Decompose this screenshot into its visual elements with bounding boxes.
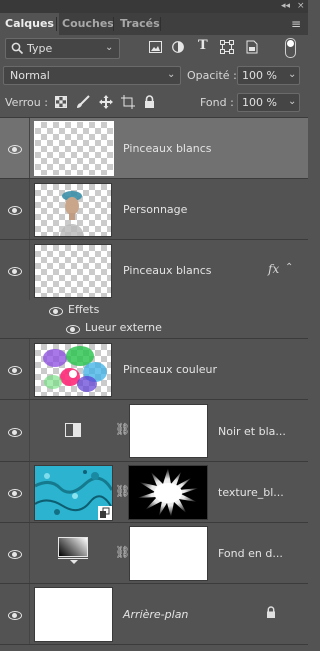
visibility-eye-icon[interactable] [8,489,22,498]
layer-name[interactable]: Arrière-plan [123,608,188,621]
layer-row-pinceaux-blancs[interactable]: Pinceaux blancs [0,118,308,179]
visibility-eye-icon[interactable] [8,267,22,276]
row-divider [29,584,30,644]
collapse-icon[interactable]: ◂◂ [281,0,290,12]
layer-row-personnage[interactable]: Personnage [0,179,308,240]
layer-row-pinceaux-blancs-effects[interactable]: Pinceaux blancs fx ⌃ Effets Lueur extern… [0,240,308,339]
close-icon[interactable]: × [297,0,305,12]
visibility-eye-icon[interactable] [8,206,22,215]
row-divider [29,118,30,178]
layer-name[interactable]: Noir et bla... [218,425,286,438]
chevron-down-icon: ⌄ [105,42,114,53]
toggle-knob [287,40,294,47]
color-brush-blobs-image [43,346,107,392]
link-chain-icon[interactable]: ⛓ [115,422,130,436]
tab-divider [160,17,161,31]
layer-name[interactable]: Pinceaux blancs [123,264,211,277]
chevron-down-icon: ⌄ [167,69,176,80]
panel-menu-icon[interactable]: ≡ [291,17,301,31]
layer-thumbnail [34,465,113,521]
character-portrait-image [60,191,84,236]
effect-visibility-eye-icon[interactable] [66,325,80,334]
fill-label: Fond : [200,96,234,109]
adjustment-filter-icon[interactable] [172,41,184,53]
row-divider [29,179,30,239]
smartobject-filter-icon[interactable] [246,40,258,54]
tab-layers[interactable]: Calques [0,13,59,35]
layer-row-noir-et-blanc[interactable]: ⛓ Noir et bla... [0,400,308,462]
effects-label: Effets [68,303,100,316]
search-icon [11,42,24,55]
layer-row-texture[interactable]: ⛓ texture_bl... [0,462,308,523]
gradient-ramp-line [58,558,88,559]
chevron-down-icon: ⌄ [288,96,297,107]
blend-mode-value: Normal [10,69,50,82]
fx-badge-icon[interactable]: fx [268,262,279,276]
lock-label: Verrou : [5,96,48,109]
tab-divider [113,17,114,31]
lock-position-move-icon[interactable] [99,95,113,109]
tab-channels[interactable]: Couches [57,13,119,35]
lock-transparency-icon[interactable] [55,96,67,108]
layer-thumbnail [34,343,112,397]
lock-artboard-icon[interactable] [121,95,135,109]
layer-lock-padlock-icon[interactable] [266,606,276,619]
filter-toggle-switch[interactable] [285,38,296,58]
opacity-field[interactable]: 100 % ⌄ [237,66,300,85]
panel-top-strip: ◂◂ × [0,0,308,13]
row-divider [29,462,30,522]
layer-name[interactable]: Pinceaux blancs [123,142,211,155]
effects-visibility-eye-icon[interactable] [49,307,63,316]
texture-image [35,466,112,520]
opacity-value: 100 % [242,69,277,82]
chevron-down-icon: ⌄ [288,69,297,80]
text-filter-icon[interactable]: T [198,38,208,53]
layer-row-arriere-plan[interactable]: Arrière-plan [0,584,308,645]
row-divider [29,339,30,399]
visibility-eye-icon[interactable] [8,428,22,437]
row-divider [29,400,30,461]
layer-thumbnail [34,244,112,298]
layer-name[interactable]: Pinceaux couleur [123,363,217,376]
layer-name[interactable]: Fond en d... [218,547,283,560]
row-divider [29,523,30,583]
filter-kind-dropdown[interactable]: Type ⌄ [5,38,120,59]
chevron-up-icon[interactable]: ⌃ [285,262,293,273]
fill-field[interactable]: 100 % ⌄ [237,93,300,112]
filter-kind-label: Type [27,42,53,55]
lock-pixels-brush-icon[interactable] [76,95,90,109]
layer-row-fond-en-degrade[interactable]: ⛓ Fond en d... [0,523,308,584]
visibility-eye-icon[interactable] [8,145,22,154]
gradient-stop-marker [70,560,78,564]
tab-paths[interactable]: Tracés [115,13,165,35]
layer-name[interactable]: texture_bl... [218,486,284,499]
black-white-adjustment-icon [65,423,81,437]
image-filter-icon[interactable] [149,41,162,53]
row-divider [29,240,30,300]
gradient-swatch [58,537,88,557]
layer-thumbnail [34,121,114,176]
layer-mask-thumbnail[interactable] [129,404,208,458]
link-chain-icon[interactable]: ⛓ [115,545,130,559]
layer-mask-thumbnail[interactable] [128,465,208,520]
blend-mode-dropdown[interactable]: Normal ⌄ [3,66,181,85]
layer-row-pinceaux-couleur[interactable]: Pinceaux couleur [0,339,308,400]
visibility-eye-icon[interactable] [8,550,22,559]
layer-mask-thumbnail[interactable] [129,526,208,581]
panel-tab-bar: Calques Couches Tracés ≡ [0,13,308,35]
starburst-mask-image [137,468,199,517]
shape-filter-icon[interactable] [220,40,234,54]
layer-thumbnail [34,183,112,237]
lock-all-padlock-icon[interactable] [144,95,155,109]
adjustment-icon-fill [73,424,80,436]
opacity-label: Opacité : [187,69,237,82]
layer-thumbnail [34,587,113,642]
effect-outer-glow-label[interactable]: Lueur externe [85,321,162,334]
gradient-fill-icon [58,537,88,565]
visibility-eye-icon[interactable] [8,611,22,620]
visibility-eye-icon[interactable] [8,366,22,375]
layer-name[interactable]: Personnage [123,203,187,216]
fill-value: 100 % [242,96,277,109]
